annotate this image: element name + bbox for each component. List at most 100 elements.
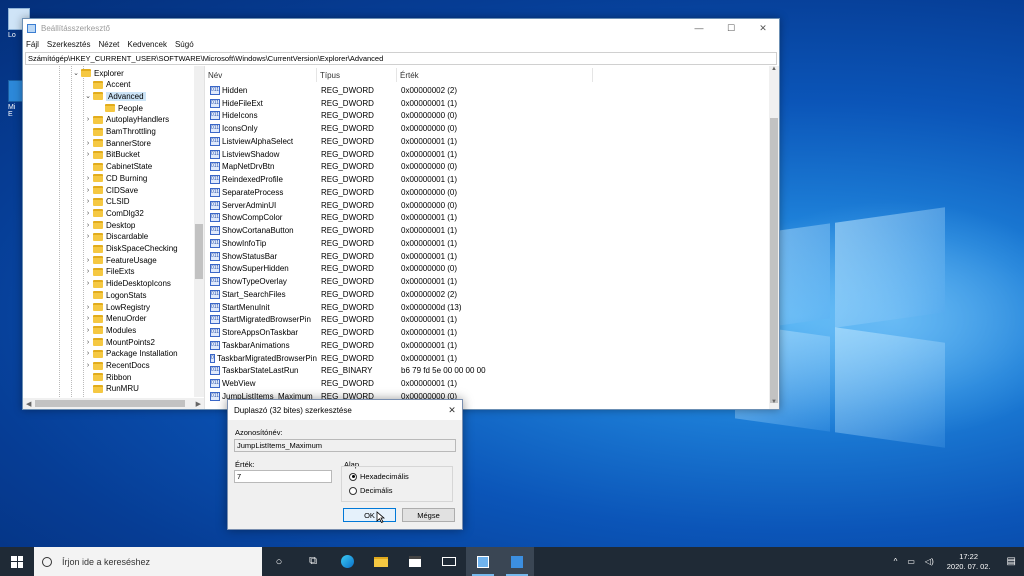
- file-explorer-icon[interactable]: [364, 547, 398, 576]
- taskbar-search-box[interactable]: Írjon ide a kereséshez: [34, 547, 262, 576]
- tree-vertical-scrollbar[interactable]: [194, 66, 204, 397]
- value-row[interactable]: 011 WebView REG_DWORD 0x00000001 (1): [205, 377, 457, 390]
- tree-item[interactable]: › MountPoints2: [83, 336, 155, 348]
- value-row[interactable]: 011 TaskbarAnimations REG_DWORD 0x00000001 …: [205, 339, 457, 352]
- tree-item[interactable]: › Modules: [83, 324, 136, 336]
- scroll-down-icon[interactable]: ▼: [769, 399, 779, 409]
- menu-help[interactable]: Súgó: [175, 40, 194, 49]
- dialog-title-bar[interactable]: Duplaszó (32 bites) szerkesztése ✕: [228, 400, 462, 420]
- chevron-right-icon[interactable]: ›: [83, 315, 93, 322]
- menu-file[interactable]: Fájl: [26, 40, 39, 49]
- radio-unselected-icon[interactable]: [349, 486, 357, 495]
- close-button[interactable]: ✕: [747, 19, 779, 37]
- chevron-right-icon[interactable]: ›: [83, 116, 93, 123]
- value-row[interactable]: 011 SeparateProcess REG_DWORD 0x00000000 (0…: [205, 186, 457, 199]
- chevron-right-icon[interactable]: ›: [83, 187, 93, 194]
- tree-item[interactable]: › ComDlg32: [83, 207, 144, 219]
- value-row[interactable]: 011 ShowCortanaButton REG_DWORD 0x00000001 …: [205, 224, 457, 237]
- value-row[interactable]: 011 ShowTypeOverlay REG_DWORD 0x00000001 (1…: [205, 275, 457, 288]
- tree-item[interactable]: › LowRegistry: [83, 301, 150, 313]
- clock[interactable]: 17:22 2020. 07. 02.: [947, 552, 991, 572]
- value-row[interactable]: 011 ShowCompColor REG_DWORD 0x00000001 (1): [205, 212, 457, 225]
- values-vertical-scrollbar[interactable]: ▲ ▼: [769, 66, 779, 409]
- tree-item[interactable]: LogonStats: [83, 289, 146, 301]
- value-row[interactable]: 011 ShowSuperHidden REG_DWORD 0x00000000 (0…: [205, 263, 457, 276]
- tree-item[interactable]: ⌄ Explorer: [71, 67, 124, 79]
- menu-favorites[interactable]: Kedvencek: [127, 40, 167, 49]
- tree-item[interactable]: › MenuOrder: [83, 313, 147, 325]
- task-view-icon[interactable]: ⧉: [296, 547, 330, 576]
- chevron-right-icon[interactable]: ›: [83, 268, 93, 275]
- hexadecimal-radio[interactable]: Hexadecimális: [349, 472, 409, 481]
- tree-scroll-thumb[interactable]: [195, 224, 203, 279]
- scroll-up-icon[interactable]: ▲: [769, 66, 779, 76]
- regedit-taskbar-icon[interactable]: [466, 547, 500, 576]
- minimize-button[interactable]: —: [683, 19, 715, 37]
- tree-item[interactable]: CabinetState: [83, 161, 152, 173]
- cortana-icon[interactable]: ○: [262, 547, 296, 576]
- tree-item[interactable]: › FeatureUsage: [83, 254, 157, 266]
- tree-item[interactable]: › CD Burning: [83, 172, 148, 184]
- tree-item[interactable]: › HideDesktopIcons: [83, 278, 171, 290]
- chevron-right-icon[interactable]: ›: [83, 362, 93, 369]
- chevron-right-icon[interactable]: ›: [83, 175, 93, 182]
- value-row[interactable]: 011 StartMigratedBrowserPin REG_DWORD 0x000…: [205, 314, 457, 327]
- menu-edit[interactable]: Szerkesztés: [47, 40, 91, 49]
- value-row[interactable]: 011 ServerAdminUI REG_DWORD 0x00000000 (0): [205, 199, 457, 212]
- value-row[interactable]: 011 ShowInfoTip REG_DWORD 0x00000001 (1): [205, 237, 457, 250]
- radio-selected-icon[interactable]: [349, 472, 357, 481]
- tree-item[interactable]: › BitBucket: [83, 149, 140, 161]
- store-icon[interactable]: [398, 547, 432, 576]
- value-row[interactable]: 011 IconsOnly REG_DWORD 0x00000000 (0): [205, 122, 457, 135]
- value-row[interactable]: 011 TaskbarStateLastRun REG_BINARY b6 79 fd…: [205, 365, 486, 378]
- values-scroll-thumb[interactable]: [770, 118, 778, 403]
- chevron-right-icon[interactable]: ›: [83, 257, 93, 264]
- tree-horizontal-scrollbar[interactable]: ◀ ▶: [23, 398, 204, 409]
- volume-icon[interactable]: ◁): [925, 557, 934, 566]
- chevron-down-icon[interactable]: ⌄: [71, 69, 81, 77]
- dialog-close-icon[interactable]: ✕: [442, 405, 462, 416]
- chevron-down-icon[interactable]: ⌄: [83, 92, 93, 100]
- start-button[interactable]: [0, 547, 34, 576]
- tree-item[interactable]: People: [95, 102, 143, 114]
- tree-item[interactable]: DiskSpaceChecking: [83, 243, 178, 255]
- column-header-name[interactable]: Név: [205, 68, 317, 82]
- chevron-right-icon[interactable]: ›: [83, 350, 93, 357]
- tree-item[interactable]: Ribbon: [83, 371, 131, 383]
- title-bar[interactable]: Beállításszerkesztő — ☐ ✕: [23, 19, 779, 37]
- chevron-right-icon[interactable]: ›: [83, 304, 93, 311]
- notifications-icon[interactable]: ▤: [1007, 556, 1016, 567]
- value-row[interactable]: 011 ReindexedProfile REG_DWORD 0x00000001 (…: [205, 173, 457, 186]
- cancel-button[interactable]: Mégse: [402, 508, 455, 522]
- value-row[interactable]: 011 ShowStatusBar REG_DWORD 0x00000001 (1): [205, 250, 457, 263]
- decimal-radio[interactable]: Decimális: [349, 486, 393, 495]
- value-row[interactable]: 011 ListviewShadow REG_DWORD 0x00000001 (1): [205, 148, 457, 161]
- column-header-data[interactable]: Érték: [397, 68, 593, 82]
- value-row[interactable]: 011 StoreAppsOnTaskbar REG_DWORD 0x00000001…: [205, 326, 457, 339]
- tree-item[interactable]: › CIDSave: [83, 184, 138, 196]
- tree-item[interactable]: › CLSID: [83, 196, 130, 208]
- menu-view[interactable]: Nézet: [98, 40, 119, 49]
- chevron-right-icon[interactable]: ›: [83, 198, 93, 205]
- tree-item[interactable]: › Desktop: [83, 219, 136, 231]
- chevron-right-icon[interactable]: ›: [83, 233, 93, 240]
- maximize-button[interactable]: ☐: [715, 19, 747, 37]
- value-row[interactable]: 011 StartMenuInit REG_DWORD 0x0000000d (13): [205, 301, 462, 314]
- tree-item[interactable]: › BannerStore: [83, 137, 151, 149]
- chevron-right-icon[interactable]: ›: [83, 222, 93, 229]
- chevron-right-icon[interactable]: ›: [83, 210, 93, 217]
- scroll-left-icon[interactable]: ◀: [26, 400, 31, 408]
- value-row[interactable]: 011 Hidden REG_DWORD 0x00000002 (2): [205, 84, 457, 97]
- chevron-right-icon[interactable]: ›: [83, 339, 93, 346]
- chevron-right-icon[interactable]: ›: [83, 140, 93, 147]
- value-row[interactable]: 011 HideIcons REG_DWORD 0x00000000 (0): [205, 110, 457, 123]
- value-row[interactable]: 011 HideFileExt REG_DWORD 0x00000001 (1): [205, 97, 457, 110]
- mail-icon[interactable]: [432, 547, 466, 576]
- value-data-input[interactable]: 7: [234, 470, 332, 483]
- tree-item[interactable]: › RecentDocs: [83, 360, 150, 372]
- chevron-right-icon[interactable]: ›: [83, 280, 93, 287]
- ok-button[interactable]: OK: [343, 508, 396, 522]
- tree-item[interactable]: › Package Installation: [83, 348, 178, 360]
- value-row[interactable]: 011 MapNetDrvBtn REG_DWORD 0x00000000 (0): [205, 161, 457, 174]
- scroll-right-icon[interactable]: ▶: [196, 400, 201, 408]
